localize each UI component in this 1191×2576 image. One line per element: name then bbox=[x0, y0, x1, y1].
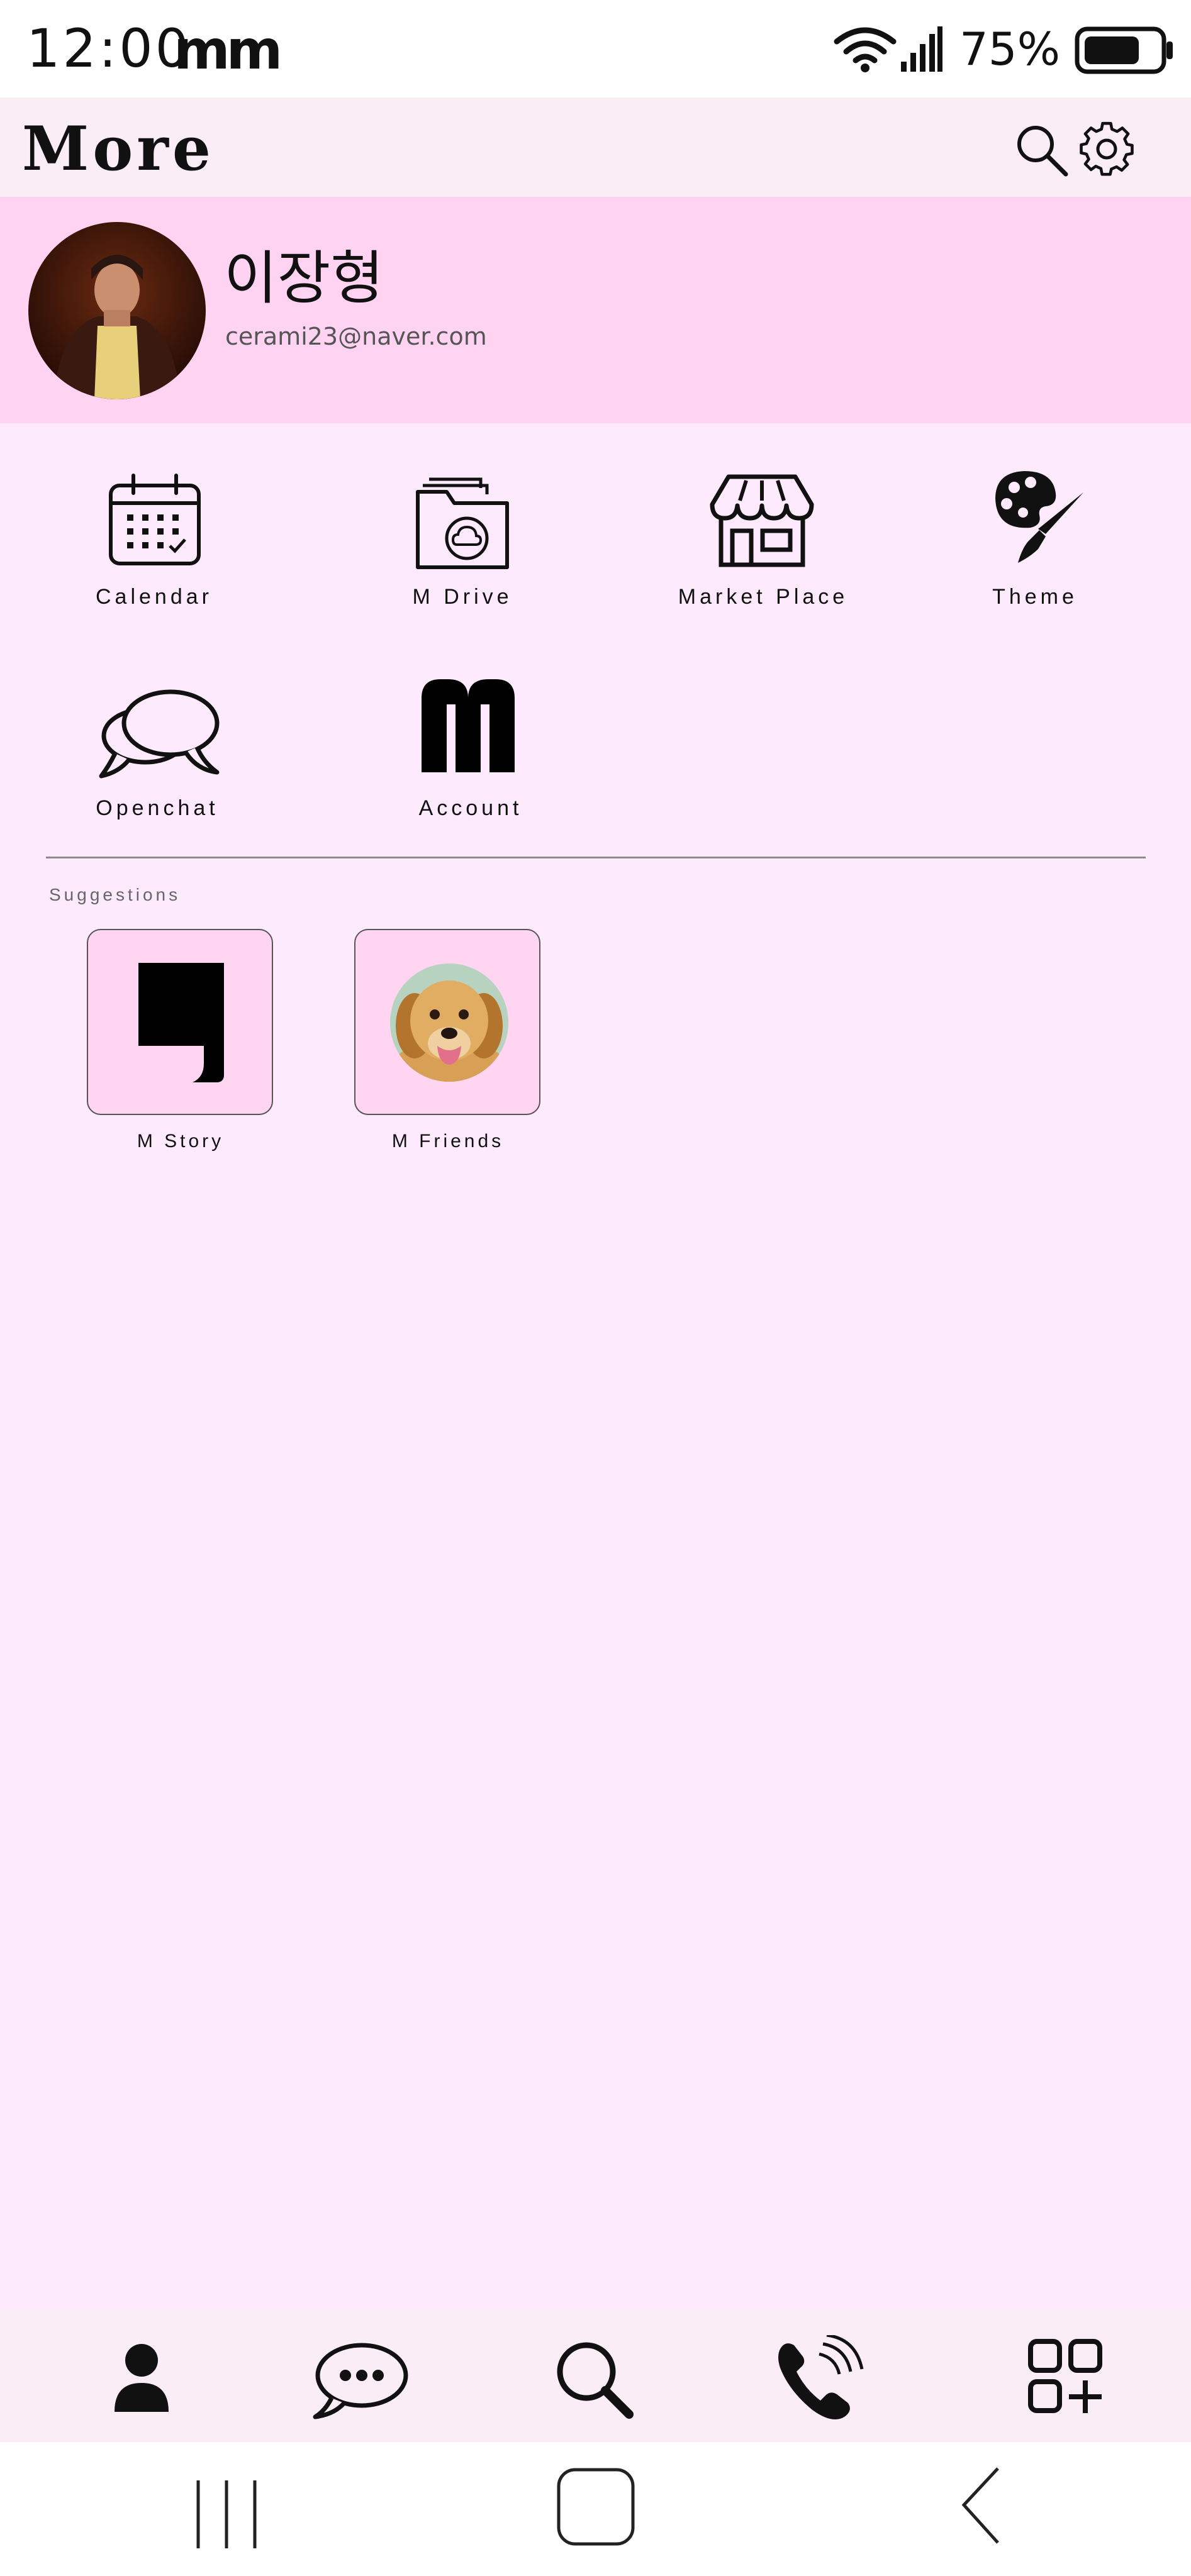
menu-label: Openchat bbox=[96, 796, 219, 820]
signal-icon bbox=[901, 26, 942, 72]
person-icon[interactable] bbox=[88, 2335, 195, 2423]
palette-icon bbox=[995, 471, 1083, 563]
chat-icon[interactable] bbox=[306, 2335, 413, 2423]
app-badge: mm bbox=[174, 19, 282, 82]
search-icon[interactable] bbox=[542, 2335, 649, 2423]
suggestion-label: M Story bbox=[137, 1131, 225, 1152]
status-bar: 12:00 mm 75% bbox=[0, 0, 1191, 97]
battery-icon bbox=[1075, 26, 1173, 74]
apps-add-icon[interactable] bbox=[1013, 2335, 1120, 2423]
home-icon[interactable] bbox=[556, 2467, 635, 2546]
avatar[interactable] bbox=[28, 222, 206, 399]
status-time: 12:00 bbox=[26, 18, 192, 79]
profile-name: 이장형 bbox=[224, 245, 384, 312]
search-icon[interactable] bbox=[1013, 121, 1070, 178]
suggestions-title: Suggestions bbox=[49, 885, 181, 904]
store-icon bbox=[710, 474, 814, 567]
chat-bubbles-icon bbox=[99, 689, 220, 779]
battery-percent: 75% bbox=[959, 23, 1061, 75]
m-logo-icon bbox=[422, 679, 515, 772]
recent-apps-icon[interactable] bbox=[192, 2477, 261, 2552]
suggestion-card[interactable] bbox=[87, 929, 273, 1115]
puppy-avatar bbox=[390, 963, 508, 1082]
menu-label: Theme bbox=[992, 585, 1078, 609]
phone-icon[interactable] bbox=[761, 2335, 868, 2423]
gear-icon[interactable] bbox=[1078, 120, 1136, 178]
back-icon[interactable] bbox=[956, 2465, 1007, 2546]
page-title: More bbox=[22, 113, 215, 184]
app-header: More bbox=[0, 97, 1191, 197]
menu-label: Market Place bbox=[678, 585, 849, 609]
calendar-icon bbox=[109, 474, 201, 565]
wifi-icon bbox=[834, 27, 897, 72]
story-icon bbox=[138, 963, 224, 1082]
bottom-nav bbox=[0, 2310, 1191, 2442]
divider bbox=[46, 857, 1146, 858]
menu-label: Account bbox=[418, 796, 523, 820]
menu-label: M Drive bbox=[412, 585, 513, 609]
cloud-folder-icon bbox=[416, 477, 509, 569]
system-nav-bar bbox=[0, 2442, 1191, 2576]
suggestion-label: M Friends bbox=[391, 1131, 505, 1152]
suggestion-card[interactable] bbox=[354, 929, 540, 1115]
profile-email: cerami23@naver.com bbox=[225, 323, 487, 350]
menu-label: Calendar bbox=[96, 585, 213, 609]
profile-card[interactable]: 이장형 cerami23@naver.com bbox=[0, 197, 1191, 423]
